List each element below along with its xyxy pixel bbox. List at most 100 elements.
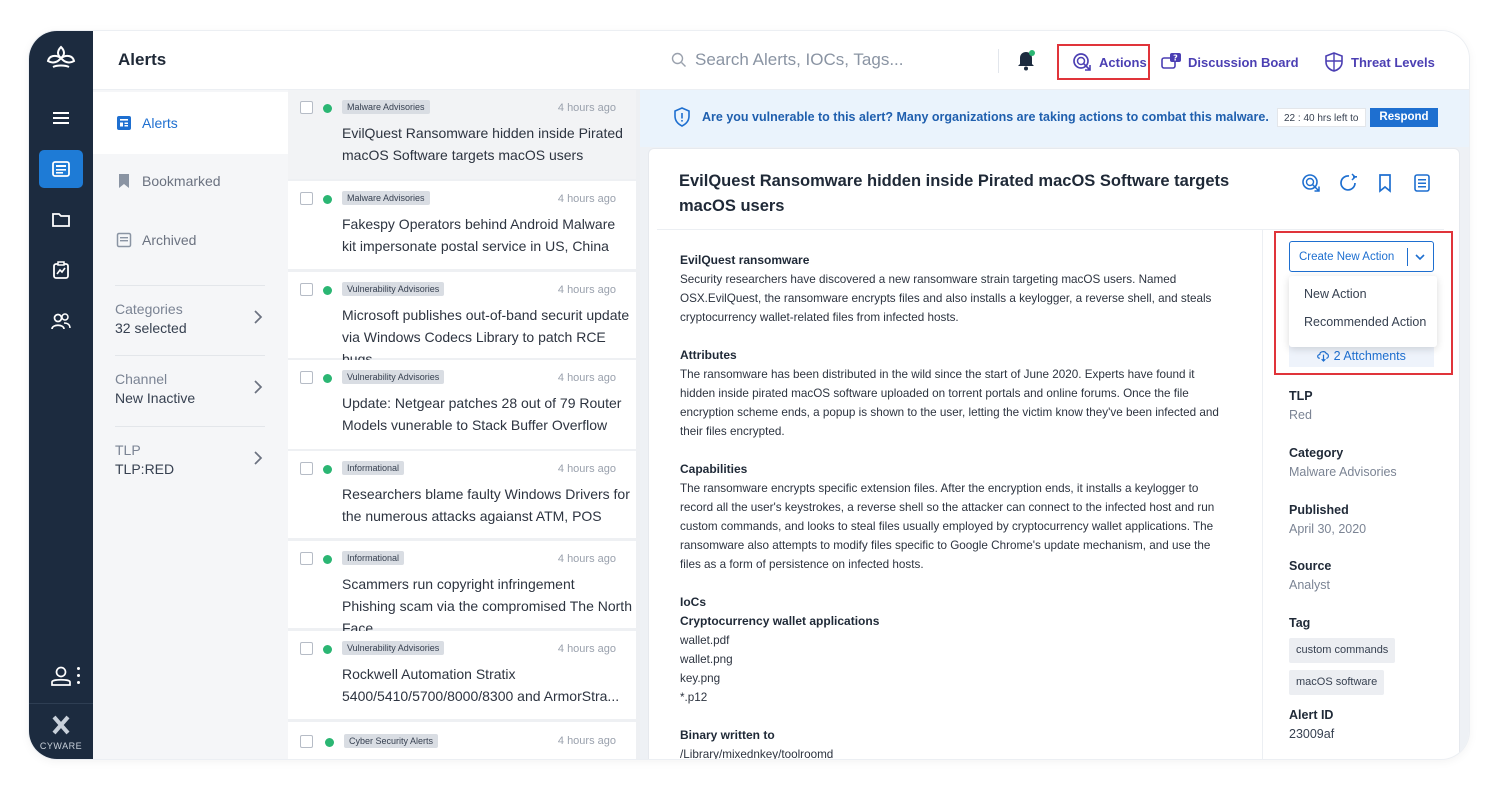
- select-checkbox[interactable]: [300, 735, 313, 748]
- action-target-icon[interactable]: [1301, 173, 1321, 193]
- sidebar-item-label: Archived: [142, 232, 197, 248]
- alert-detail-title: EvilQuest Ransomware hidden inside Pirat…: [679, 172, 1230, 215]
- alerts-nav-icon[interactable]: [39, 150, 83, 188]
- threat-levels-button[interactable]: Threat Levels: [1323, 44, 1435, 80]
- sidebar-item-alerts[interactable]: Alerts: [93, 92, 288, 154]
- sidebar-item-label: Bookmarked: [142, 173, 221, 189]
- page-title: Alerts: [118, 50, 167, 69]
- category-tag: Vulnerability Advisories: [342, 641, 445, 655]
- select-checkbox[interactable]: [300, 552, 313, 565]
- alert-list: Malware Advisories 4 hours ago EvilQuest…: [288, 90, 640, 759]
- bookmark-icon: [119, 174, 129, 188]
- meta-label: Source: [1289, 559, 1332, 573]
- section-heading: Capabilities: [680, 462, 748, 476]
- meta-value: 23009af: [1289, 727, 1335, 741]
- chevron-right-icon: [254, 380, 263, 394]
- actions-icon: [1073, 53, 1091, 71]
- more-options-icon[interactable]: [77, 667, 83, 688]
- status-dot: [323, 195, 332, 204]
- column-divider: [1262, 230, 1263, 759]
- search-icon: [671, 52, 686, 67]
- discussion-icon: ?: [1161, 53, 1181, 69]
- filter-channel[interactable]: Channel New Inactive: [115, 355, 265, 415]
- category-tag: Vulnerability Advisories: [342, 282, 445, 296]
- cyware-logo-icon[interactable]: [43, 43, 79, 73]
- shield-alert-icon: [674, 107, 690, 127]
- filter-value: New Inactive: [115, 390, 196, 406]
- sidebar-item-archived[interactable]: Archived: [93, 209, 288, 271]
- banner-message: Are you vulnerable to this alert? Many o…: [702, 110, 1269, 124]
- list-item[interactable]: Vulnerability Advisories 4 hours ago Roc…: [288, 631, 636, 719]
- select-checkbox[interactable]: [300, 371, 313, 384]
- alerts-list-icon: [117, 116, 131, 130]
- menu-icon[interactable]: [39, 99, 83, 137]
- shield-icon: [1325, 52, 1343, 72]
- ioc-item: wallet.pdf: [680, 634, 730, 647]
- tag-chip[interactable]: macOS software: [1289, 670, 1385, 695]
- alert-title: EvilQuest Ransomware hidden inside Pirat…: [342, 125, 623, 163]
- status-dot: [323, 465, 332, 474]
- list-item[interactable]: Malware Advisories 4 hours ago Fakespy O…: [288, 181, 636, 269]
- ioc-item: *.p12: [680, 691, 708, 704]
- category-tag: Malware Advisories: [342, 100, 430, 114]
- tag-chip[interactable]: custom commands: [1289, 638, 1396, 663]
- profile-icon[interactable]: [49, 664, 73, 688]
- search-input[interactable]: [695, 47, 985, 73]
- list-item[interactable]: Cyber Security Alerts 4 hours ago: [288, 722, 636, 759]
- list-item[interactable]: Informational 4 hours ago Researchers bl…: [288, 451, 636, 538]
- category-tag: Cyber Security Alerts: [344, 734, 439, 748]
- actions-button[interactable]: Actions: [1057, 44, 1150, 80]
- category-tag: Informational: [342, 551, 405, 565]
- users-icon[interactable]: [39, 302, 83, 340]
- timestamp: 4 hours ago: [557, 643, 616, 655]
- timestamp: 4 hours ago: [557, 553, 616, 565]
- select-checkbox[interactable]: [300, 462, 313, 475]
- meta-alert-id: Alert ID 23009af: [1289, 708, 1334, 741]
- status-dot: [323, 645, 332, 654]
- sidebar-item-bookmarked[interactable]: Bookmarked: [93, 150, 288, 212]
- list-item[interactable]: Vulnerability Advisories 4 hours ago Upd…: [288, 360, 636, 449]
- bookmark-icon[interactable]: [1375, 173, 1395, 193]
- vulnerability-banner: Are you vulnerable to this alert? Many o…: [640, 90, 1469, 147]
- ioc-item: key.png: [680, 672, 721, 685]
- brand-label: CYWARE: [39, 741, 83, 751]
- select-checkbox[interactable]: [300, 192, 313, 205]
- meta-label: Tag: [1289, 616, 1311, 630]
- status-dot: [323, 555, 332, 564]
- meta-value: Malware Advisories: [1289, 465, 1397, 479]
- section-text: The ransomware encrypts specific extensi…: [680, 482, 1215, 571]
- timestamp: 4 hours ago: [557, 735, 616, 747]
- reports-icon[interactable]: [39, 251, 83, 289]
- status-dot: [323, 286, 332, 295]
- alert-body: EvilQuest ransomware Security researcher…: [680, 251, 1225, 759]
- filter-value: TLP:RED: [115, 461, 175, 477]
- share-icon[interactable]: [1338, 173, 1358, 193]
- header-divider: [998, 49, 999, 73]
- filter-categories[interactable]: Categories 32 selected: [115, 285, 265, 345]
- select-checkbox[interactable]: [300, 101, 313, 114]
- meta-value: Red: [1289, 408, 1312, 422]
- list-item[interactable]: Vulnerability Advisories 4 hours ago Mic…: [288, 272, 636, 367]
- discussion-board-button[interactable]: ? Discussion Board: [1160, 44, 1299, 80]
- select-checkbox[interactable]: [300, 283, 313, 296]
- meta-label: Published: [1289, 503, 1349, 517]
- status-dot: [323, 104, 332, 113]
- countdown-timer: 22 : 40 hrs left to: [1277, 108, 1366, 127]
- notification-bell-icon[interactable]: [1016, 49, 1036, 71]
- alert-detail-area: Are you vulnerable to this alert? Many o…: [640, 90, 1469, 759]
- meta-label: Category: [1289, 446, 1344, 460]
- chevron-right-icon: [254, 310, 263, 324]
- folder-icon[interactable]: [39, 200, 83, 238]
- section-heading: IoCs: [680, 595, 707, 609]
- list-item[interactable]: Malware Advisories 4 hours ago EvilQuest…: [288, 90, 636, 179]
- select-checkbox[interactable]: [300, 642, 313, 655]
- ioc-item: wallet.png: [680, 653, 733, 666]
- list-item[interactable]: Informational 4 hours ago Scammers run c…: [288, 541, 636, 636]
- alert-title: Rockwell Automation Stratix 5400/5410/57…: [342, 666, 620, 704]
- highlight-box: [1274, 231, 1453, 375]
- notes-icon[interactable]: [1412, 173, 1432, 193]
- filter-tlp[interactable]: TLP TLP:RED: [115, 426, 265, 486]
- search-bar[interactable]: [671, 47, 991, 73]
- respond-button[interactable]: Respond: [1370, 108, 1438, 127]
- discussion-label: Discussion Board: [1188, 54, 1299, 70]
